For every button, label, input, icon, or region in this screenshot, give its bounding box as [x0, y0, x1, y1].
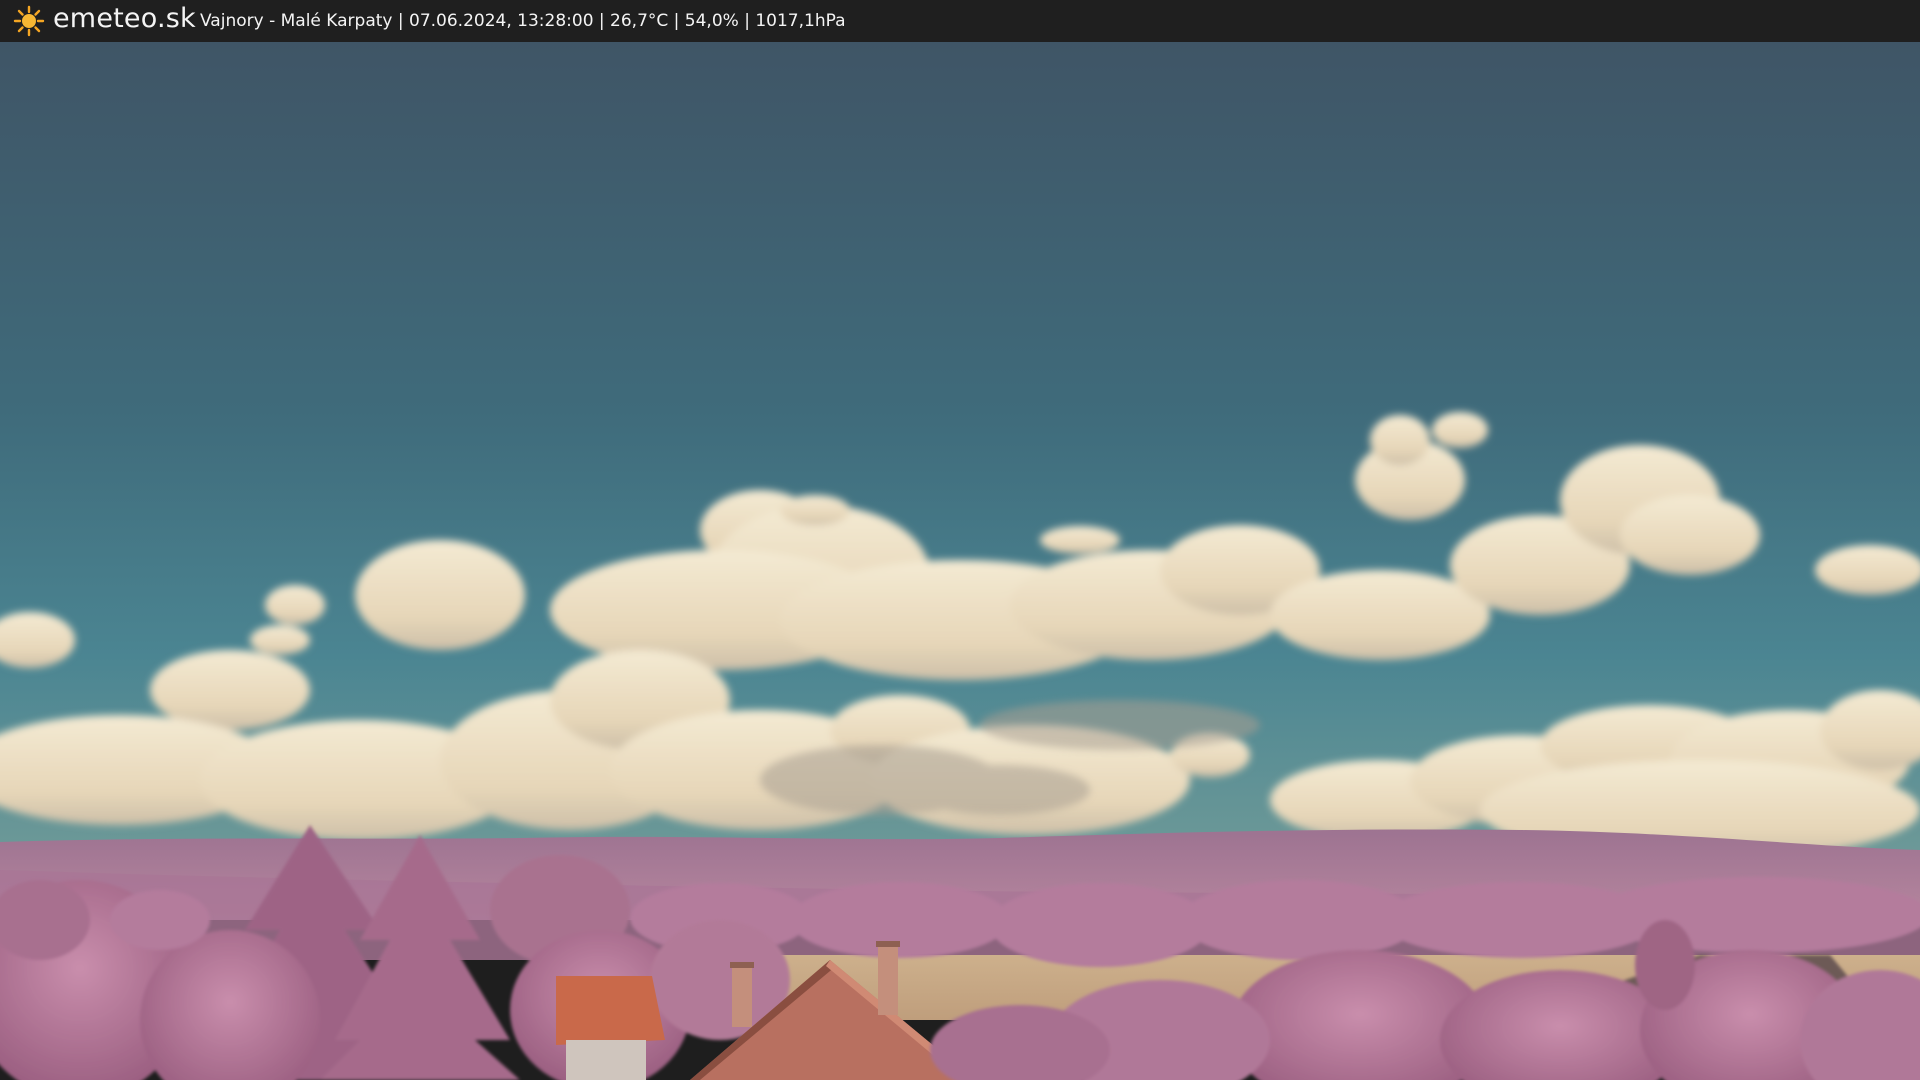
sun-icon — [13, 5, 45, 37]
brand-logo: emeteo.sk — [53, 3, 196, 34]
weather-caption: Vajnory - Malé Karpaty | 07.06.2024, 13:… — [200, 11, 846, 31]
top-bar: emeteo.sk Vajnory - Malé Karpaty | 07.06… — [0, 0, 1920, 42]
webcam-image — [0, 0, 1920, 1080]
